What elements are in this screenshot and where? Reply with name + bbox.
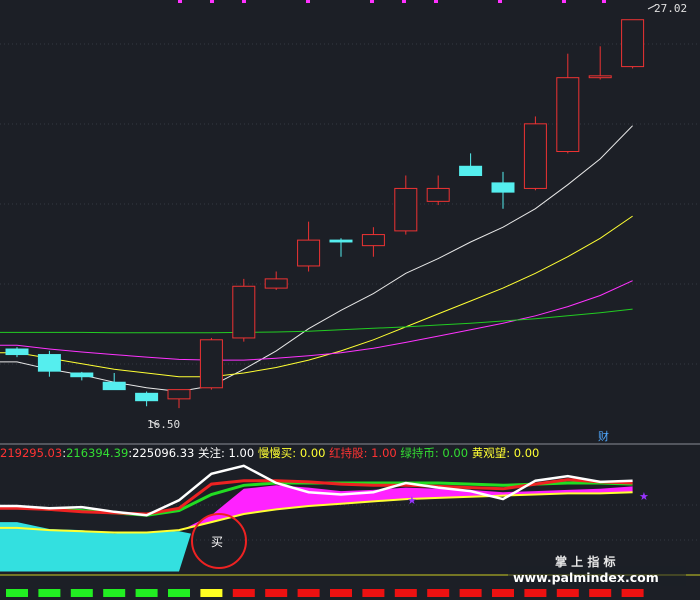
ma-line-3 xyxy=(0,308,633,334)
indicator-value: 关注: 1.00 xyxy=(198,446,254,460)
signal-square xyxy=(232,589,255,597)
buy-label: 买 xyxy=(211,535,223,549)
low-price-marker: 16.50 xyxy=(147,418,180,431)
candlestick[interactable] xyxy=(264,271,288,290)
signal-square xyxy=(70,589,93,597)
signal-square xyxy=(200,589,223,597)
signal-square xyxy=(38,589,61,597)
indicator-value: 225096.33 xyxy=(132,446,194,460)
signal-squares xyxy=(6,589,644,597)
star-marker-icon: ★ xyxy=(407,494,417,507)
indicator-panel xyxy=(0,464,633,572)
candlestick[interactable] xyxy=(394,175,418,235)
signal-square xyxy=(524,589,547,597)
indicator-value: 慢慢买: 0.00 xyxy=(258,446,326,460)
finance-badge[interactable]: 财 xyxy=(598,429,609,443)
candlestick[interactable] xyxy=(621,19,645,69)
indicator-value: 红持股: 1.00 xyxy=(329,446,397,460)
candlestick[interactable] xyxy=(70,371,94,381)
signal-square xyxy=(556,589,579,597)
candlestick[interactable] xyxy=(135,391,159,407)
candlestick[interactable] xyxy=(426,175,450,206)
candlestick[interactable] xyxy=(459,153,483,177)
candlestick[interactable] xyxy=(297,221,321,272)
signal-square xyxy=(394,589,417,597)
candlesticks[interactable] xyxy=(5,19,645,409)
candlestick[interactable] xyxy=(556,53,580,154)
candlestick[interactable] xyxy=(5,347,29,358)
indicator-values-bar: 219295.03:216394.39:225096.33 关注: 1.00 慢… xyxy=(0,446,539,460)
signal-square xyxy=(103,589,126,597)
indicator-value: 216394.39 xyxy=(66,446,128,460)
top-tick-marks xyxy=(178,0,606,3)
watermark: 掌 上 指 标 www.palmindex.com xyxy=(508,554,686,586)
signal-square xyxy=(265,589,288,597)
candlestick[interactable] xyxy=(102,373,126,391)
signal-square xyxy=(492,589,514,597)
candlestick[interactable] xyxy=(199,337,223,390)
candlestick[interactable] xyxy=(232,278,256,342)
candlestick[interactable] xyxy=(167,389,191,409)
signal-square xyxy=(589,589,612,597)
indicator-value: 219295.03 xyxy=(0,446,62,460)
magenta-band xyxy=(179,485,633,532)
buy-annotation: 买 xyxy=(191,513,247,569)
signal-square xyxy=(330,589,352,597)
indicator-value: 黄观望: 0.00 xyxy=(472,446,540,460)
ma-line-2 xyxy=(0,280,633,361)
indicator-value: 绿持币: 0.00 xyxy=(400,446,468,460)
signal-square xyxy=(459,589,482,597)
signal-square xyxy=(168,589,190,597)
signal-square xyxy=(427,589,450,597)
watermark-title: 掌 上 指 标 xyxy=(555,554,616,569)
candlestick[interactable] xyxy=(361,227,385,257)
price-grid xyxy=(0,43,700,365)
signal-square xyxy=(297,589,320,597)
high-price-marker: 27.02 xyxy=(647,2,687,15)
low-price-label: 16.50 xyxy=(147,418,180,431)
signal-square xyxy=(362,589,385,597)
candlestick[interactable] xyxy=(588,46,612,80)
signal-square xyxy=(6,589,28,597)
candlestick[interactable] xyxy=(329,238,353,257)
candlestick[interactable] xyxy=(523,116,547,191)
watermark-url: www.palmindex.com xyxy=(513,570,659,585)
candlestick[interactable] xyxy=(37,350,61,377)
stock-chart[interactable]: 27.02 16.50 财 219295.03:216394.39:225096… xyxy=(0,0,700,600)
signal-square xyxy=(135,589,158,597)
high-price-label: 27.02 xyxy=(654,2,687,15)
candlestick[interactable] xyxy=(491,171,515,209)
star-marker-icon: ★ xyxy=(639,490,649,503)
signal-square xyxy=(621,589,644,597)
